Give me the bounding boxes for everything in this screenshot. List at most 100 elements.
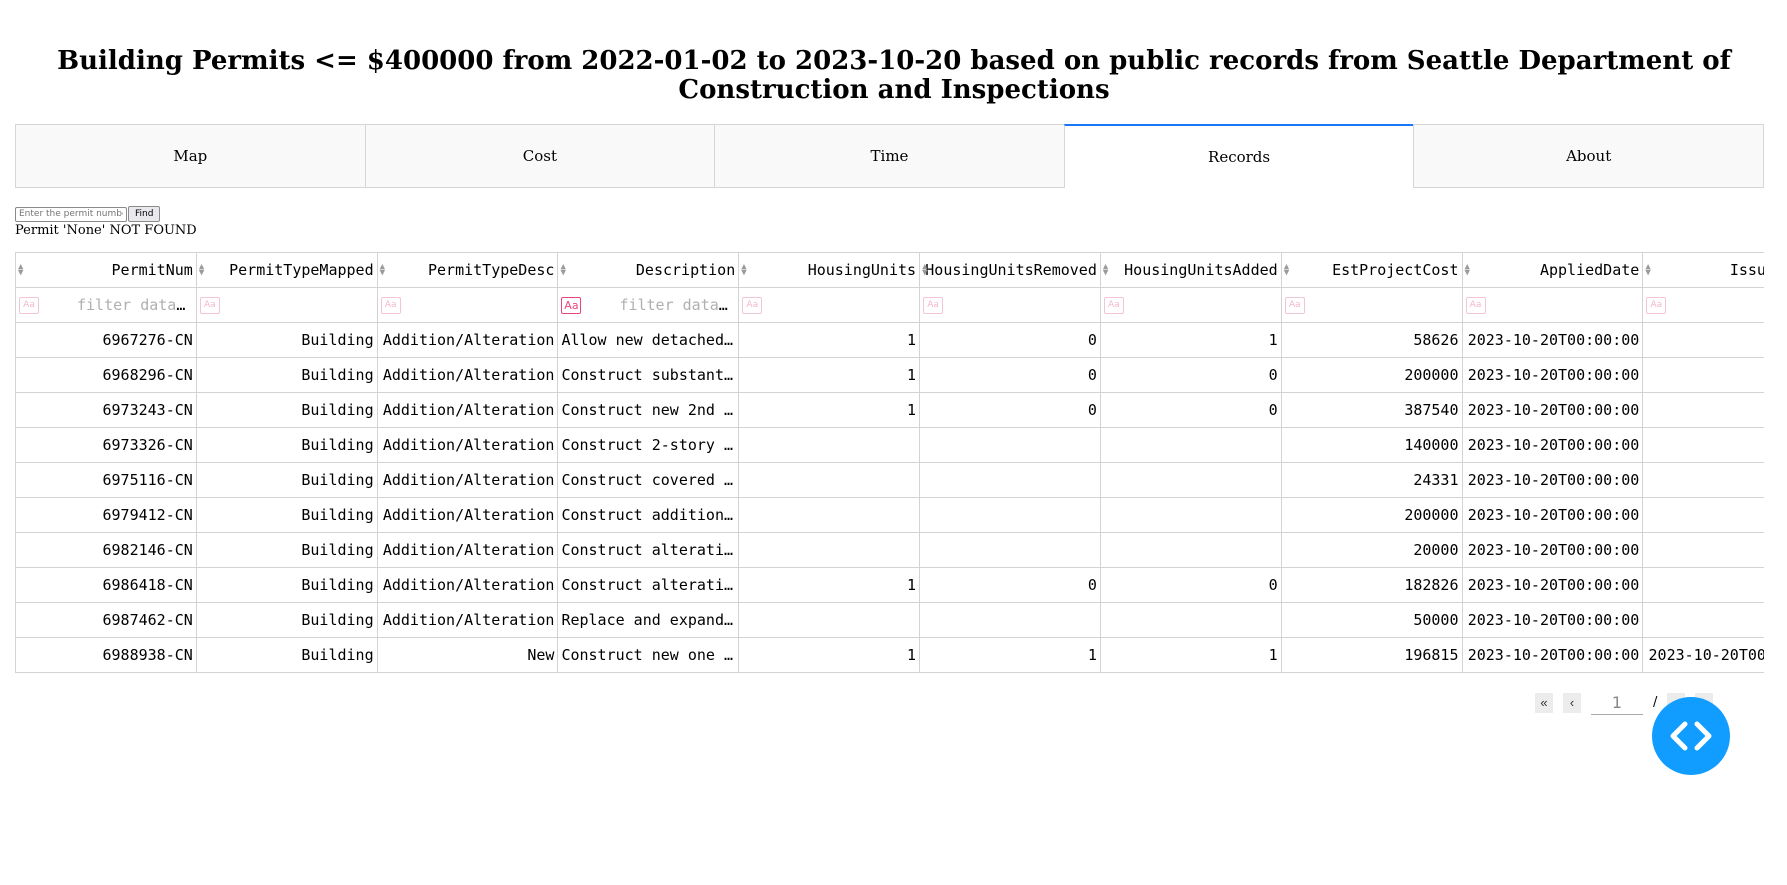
table-cell[interactable]: Building (195, 357, 378, 393)
table-cell[interactable]: Building (195, 602, 378, 638)
table-cell[interactable]: 58626 (1280, 322, 1463, 358)
sort-icon[interactable]: ▲ ▼ (560, 263, 565, 278)
table-cell[interactable] (1642, 462, 1764, 498)
table-cell[interactable] (1642, 357, 1764, 393)
tab-about[interactable]: About (1413, 124, 1764, 188)
column-header[interactable]: ▲▼ IssuedDate (1642, 252, 1764, 288)
table-cell[interactable] (1642, 322, 1764, 358)
table-cell[interactable]: Building (195, 322, 378, 358)
sort-icon[interactable]: ▲ ▼ (380, 263, 385, 278)
tab-map[interactable]: Map (15, 124, 365, 188)
table-cell[interactable]: Building (195, 497, 378, 533)
table-row[interactable]: 6973243-CN Building Addition/Alteration Con… (15, 392, 1764, 428)
table-cell[interactable] (1642, 602, 1764, 638)
table-cell[interactable] (1642, 427, 1764, 463)
table-row[interactable]: 6979412-CN Building Addition/Alteration Con… (15, 497, 1764, 533)
table-cell[interactable] (738, 497, 921, 533)
table-cell[interactable]: 2023-10-20T00:00:00 (1461, 322, 1644, 358)
sort-icon[interactable]: ▲ ▼ (1465, 263, 1470, 278)
table-cell[interactable]: 1 (738, 637, 921, 673)
table-cell[interactable]: 2023-10-20T00:00:00 (1461, 427, 1644, 463)
table-cell[interactable]: 2023-10-20T00:00:00 (1461, 357, 1644, 393)
table-cell[interactable]: 50000 (1280, 602, 1463, 638)
case-sensitive-toggle[interactable]: Aa (742, 297, 763, 314)
table-row[interactable]: 6982146-CN Building Addition/Alteration Con… (15, 532, 1764, 568)
code-toggle-button[interactable] (1652, 697, 1730, 775)
table-cell[interactable]: Construct 2-story addition (557, 427, 740, 463)
filter-cell[interactable]: Aa (195, 287, 378, 323)
table-cell[interactable] (919, 462, 1101, 498)
table-cell[interactable]: Building (195, 462, 378, 498)
filter-cell[interactable]: Aa (1461, 287, 1644, 323)
table-cell[interactable]: 2023-10-20T00:00:00 (1461, 532, 1644, 568)
sort-icon[interactable]: ▲ ▼ (741, 263, 746, 278)
table-cell[interactable] (1099, 462, 1282, 498)
tab-cost[interactable]: Cost (364, 124, 715, 188)
table-cell[interactable]: 2023-10-20T00:00:00 (1461, 392, 1644, 428)
first-page-button[interactable]: « (1535, 692, 1553, 713)
column-header[interactable]: ▲ ▼ AppliedDate (1461, 252, 1644, 288)
table-cell[interactable]: Addition/Alteration (376, 532, 559, 568)
table-cell[interactable] (1099, 497, 1282, 533)
table-row[interactable]: 6975116-CN Building Addition/Alteration Con… (15, 462, 1764, 498)
filter-cell[interactable]: Aa (1280, 287, 1463, 323)
table-cell[interactable]: Building (195, 637, 378, 673)
table-cell[interactable] (738, 427, 921, 463)
table-row[interactable]: 6986418-CN Building Addition/Alteration Con… (15, 567, 1764, 603)
table-cell[interactable] (1099, 602, 1282, 638)
table-cell[interactable]: 6982146-CN (15, 532, 197, 568)
table-cell[interactable]: 1 (738, 567, 921, 603)
table-cell[interactable]: Construct new one family dwelling (557, 637, 740, 673)
table-cell[interactable] (1642, 532, 1764, 568)
table-cell[interactable] (738, 462, 921, 498)
table-cell[interactable]: Construct substantial alterations (557, 357, 740, 393)
table-cell[interactable]: Addition/Alteration (376, 567, 559, 603)
table-cell[interactable] (1642, 392, 1764, 428)
table-cell[interactable]: 6968296-CN (15, 357, 197, 393)
filter-cell[interactable]: Aa filter data... (15, 287, 197, 323)
filter-cell[interactable]: Aa (1642, 287, 1764, 323)
filter-cell[interactable]: Aa (376, 287, 559, 323)
filter-cell[interactable]: Aa (1099, 287, 1282, 323)
table-cell[interactable]: 0 (919, 357, 1101, 393)
sort-icon[interactable]: ▲ ▼ (1284, 263, 1289, 278)
table-cell[interactable]: 0 (919, 322, 1101, 358)
column-header[interactable]: ▲ ▼ HousingUnits (738, 252, 921, 288)
table-cell[interactable]: Addition/Alteration (376, 392, 559, 428)
table-cell[interactable] (1642, 497, 1764, 533)
table-cell[interactable]: Construct covered addition (557, 462, 740, 498)
column-header[interactable]: ▲ ▼ HousingUnitsAdded (1099, 252, 1282, 288)
table-cell[interactable]: Addition/Alteration (376, 322, 559, 358)
table-cell[interactable]: Building (195, 532, 378, 568)
table-cell[interactable]: 24331 (1280, 462, 1463, 498)
table-row[interactable]: 6987462-CN Building Addition/Alteration Rep… (15, 602, 1764, 638)
table-cell[interactable]: 1 (1099, 637, 1282, 673)
table-cell[interactable] (1099, 532, 1282, 568)
column-header[interactable]: ▲ ▼ PermitTypeMapped (195, 252, 378, 288)
table-cell[interactable]: 200000 (1280, 497, 1463, 533)
table-cell[interactable]: 0 (1099, 567, 1282, 603)
table-cell[interactable]: 6987462-CN (15, 602, 197, 638)
table-cell[interactable]: 0 (1099, 392, 1282, 428)
column-header[interactable]: ▲ ▼ PermitTypeDesc (376, 252, 559, 288)
table-cell[interactable]: 20000 (1280, 532, 1463, 568)
tab-records[interactable]: Records (1063, 124, 1414, 188)
table-cell[interactable]: 182826 (1280, 567, 1463, 603)
case-sensitive-toggle[interactable]: Aa (1103, 297, 1124, 314)
table-cell[interactable]: 196815 (1280, 637, 1463, 673)
previous-page-button[interactable]: ‹ (1563, 692, 1581, 713)
table-cell[interactable] (919, 602, 1101, 638)
table-cell[interactable]: 6979412-CN (15, 497, 197, 533)
table-cell[interactable]: Addition/Alteration (376, 357, 559, 393)
table-row[interactable]: 6967276-CN Building Addition/Alteration All… (15, 322, 1764, 358)
table-cell[interactable]: Construct alterations to existing (557, 567, 740, 603)
table-cell[interactable] (919, 497, 1101, 533)
table-cell[interactable]: Construct alterations to existing (557, 532, 740, 568)
column-header[interactable]: ▲ ▼ PermitNum (15, 252, 197, 288)
table-cell[interactable]: 200000 (1280, 357, 1463, 393)
case-sensitive-toggle[interactable]: Aa (1284, 297, 1305, 314)
table-cell[interactable]: 6975116-CN (15, 462, 197, 498)
table-cell[interactable]: 2023-10-20T00:00:00 (1461, 637, 1644, 673)
table-cell[interactable] (1099, 427, 1282, 463)
table-row[interactable]: 6973326-CN Building Addition/Alteration Con… (15, 427, 1764, 463)
